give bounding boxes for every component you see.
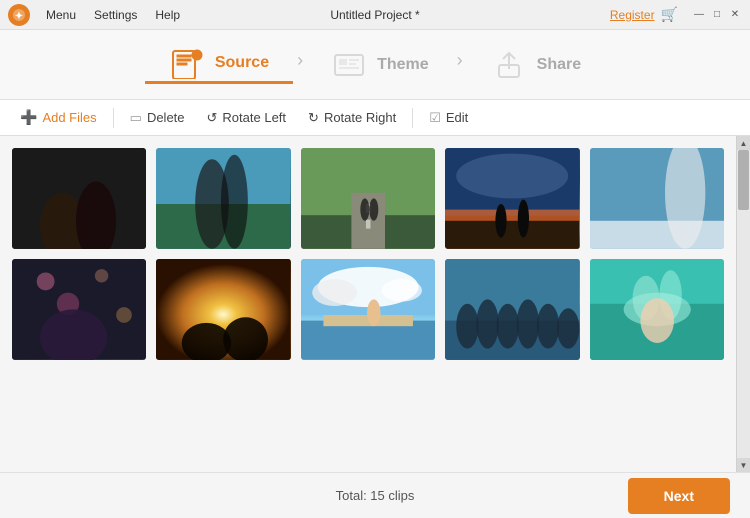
cart-icon[interactable]: 🛒 bbox=[661, 6, 678, 23]
add-files-icon: ➕ bbox=[20, 109, 37, 126]
register-link[interactable]: Register bbox=[610, 8, 655, 22]
content-area: ▲ ▼ bbox=[0, 136, 750, 472]
step-theme[interactable]: Theme bbox=[307, 47, 453, 83]
share-label: Share bbox=[537, 56, 581, 74]
step-bar: + Source › Theme › bbox=[0, 30, 750, 100]
divider-2 bbox=[412, 108, 413, 128]
list-item[interactable] bbox=[301, 259, 435, 360]
delete-button[interactable]: ▭ Delete bbox=[120, 106, 195, 130]
window-controls: — □ ✕ bbox=[692, 8, 742, 22]
status-text: Total: 15 clips bbox=[257, 488, 494, 503]
title-bar: ✦ Menu Settings Help Untitled Project * … bbox=[0, 0, 750, 30]
theme-label: Theme bbox=[377, 56, 429, 74]
rotate-right-button[interactable]: ↻ Rotate Right bbox=[298, 106, 406, 130]
scroll-up-arrow[interactable]: ▲ bbox=[737, 136, 750, 150]
list-item[interactable] bbox=[12, 259, 146, 360]
menu-item-settings[interactable]: Settings bbox=[86, 6, 145, 24]
menu-item-menu[interactable]: Menu bbox=[38, 6, 84, 24]
arrow-2: › bbox=[457, 50, 463, 79]
rotate-right-icon: ↻ bbox=[308, 110, 319, 126]
rotate-left-button[interactable]: ↺ Rotate Left bbox=[197, 106, 297, 130]
list-item[interactable] bbox=[590, 259, 724, 360]
close-button[interactable]: ✕ bbox=[728, 8, 742, 22]
list-item[interactable] bbox=[12, 148, 146, 249]
delete-icon: ▭ bbox=[130, 110, 142, 126]
svg-text:✦: ✦ bbox=[15, 11, 23, 22]
media-grid bbox=[0, 136, 736, 472]
theme-icon bbox=[331, 47, 367, 83]
scroll-down-arrow[interactable]: ▼ bbox=[737, 458, 750, 472]
edit-icon: ☑ bbox=[429, 110, 441, 126]
maximize-button[interactable]: □ bbox=[710, 8, 724, 22]
app-logo: ✦ bbox=[8, 4, 30, 26]
arrow-1: › bbox=[297, 50, 303, 79]
add-files-label: Add Files bbox=[42, 110, 96, 125]
list-item[interactable] bbox=[156, 148, 290, 249]
divider-1 bbox=[113, 108, 114, 128]
delete-label: Delete bbox=[147, 110, 185, 125]
share-icon bbox=[491, 47, 527, 83]
list-item[interactable] bbox=[445, 259, 579, 360]
step-source[interactable]: + Source bbox=[145, 45, 293, 84]
step-share[interactable]: Share bbox=[467, 47, 605, 83]
list-item[interactable] bbox=[301, 148, 435, 249]
next-button[interactable]: Next bbox=[628, 478, 730, 514]
minimize-button[interactable]: — bbox=[692, 8, 706, 22]
window-title: Untitled Project * bbox=[330, 8, 419, 22]
rotate-left-icon: ↺ bbox=[207, 110, 218, 126]
edit-label: Edit bbox=[446, 110, 468, 125]
source-icon: + bbox=[169, 45, 205, 81]
list-item[interactable] bbox=[590, 148, 724, 249]
list-item[interactable] bbox=[156, 259, 290, 360]
toolbar: ➕ Add Files ▭ Delete ↺ Rotate Left ↻ Rot… bbox=[0, 100, 750, 136]
edit-button[interactable]: ☑ Edit bbox=[419, 106, 478, 130]
status-bar: Total: 15 clips Next bbox=[0, 472, 750, 518]
scrollbar[interactable]: ▲ ▼ bbox=[736, 136, 750, 472]
rotate-left-label: Rotate Left bbox=[222, 110, 286, 125]
source-label: Source bbox=[215, 54, 269, 72]
rotate-right-label: Rotate Right bbox=[324, 110, 396, 125]
scroll-track bbox=[737, 150, 750, 458]
svg-text:+: + bbox=[195, 51, 200, 60]
scroll-thumb[interactable] bbox=[738, 150, 749, 210]
list-item[interactable] bbox=[445, 148, 579, 249]
title-bar-right: Register 🛒 — □ ✕ bbox=[610, 6, 742, 23]
menu-item-help[interactable]: Help bbox=[147, 6, 188, 24]
add-files-button[interactable]: ➕ Add Files bbox=[10, 105, 107, 130]
menu-bar: Menu Settings Help bbox=[38, 6, 188, 24]
